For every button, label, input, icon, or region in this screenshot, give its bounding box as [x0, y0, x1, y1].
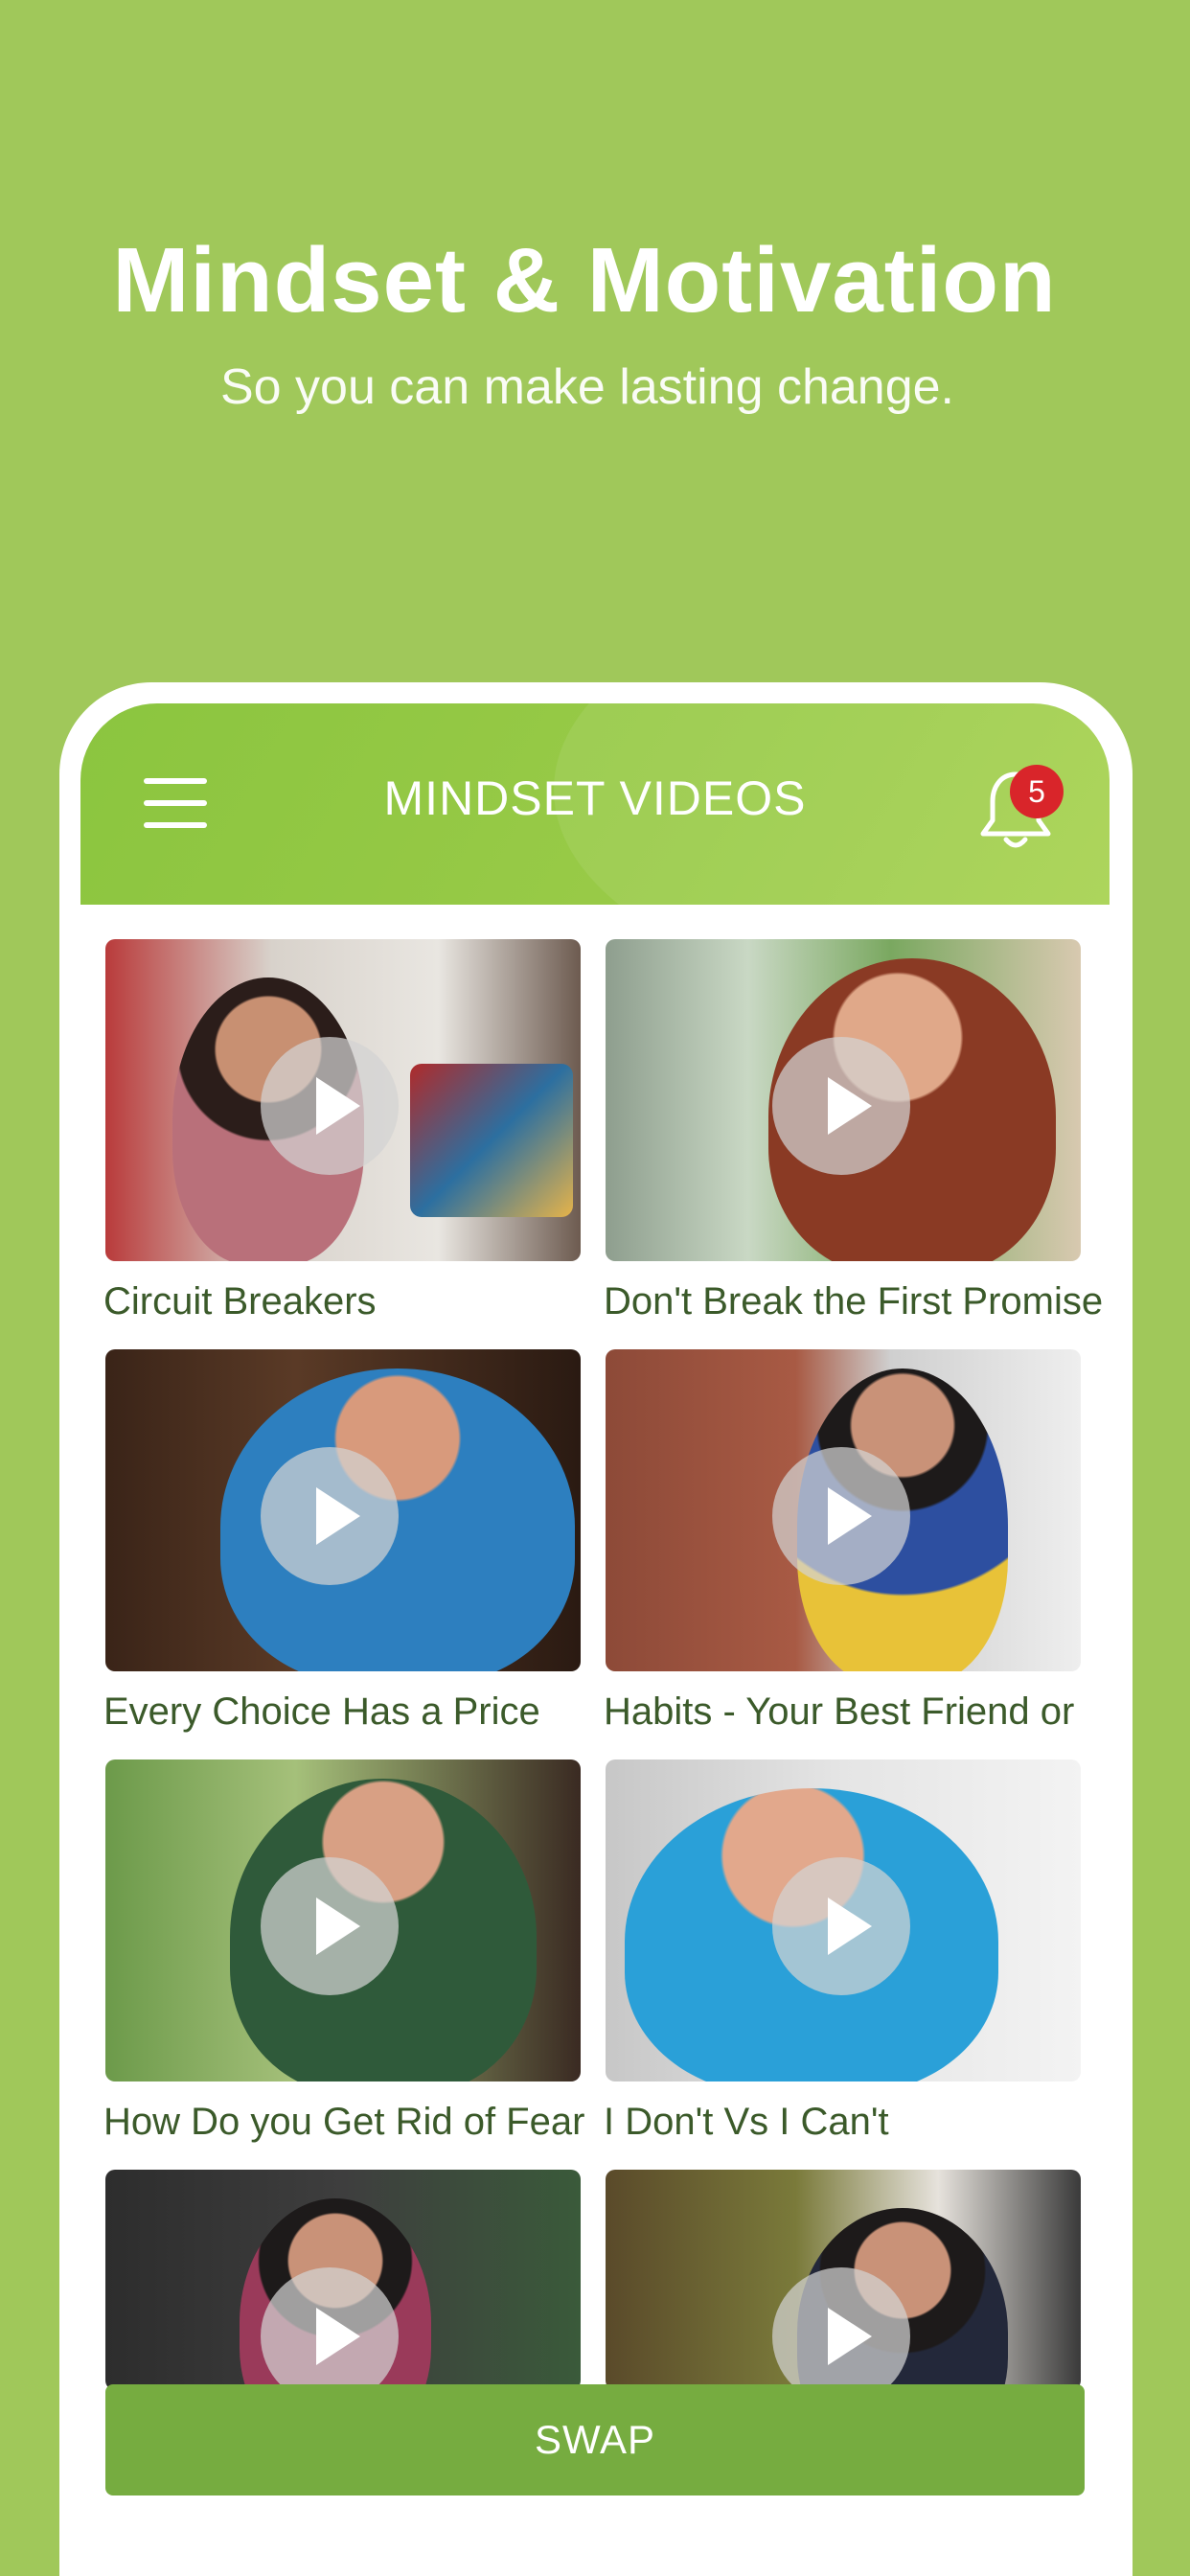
- play-icon[interactable]: [772, 1447, 910, 1585]
- video-title[interactable]: How Do you Get Rid of Fear: [103, 2101, 640, 2144]
- video-title[interactable]: I Don't Vs I Can't: [604, 2101, 1110, 2144]
- thumbnail-prop: [410, 1064, 573, 1217]
- video-thumbnail[interactable]: [105, 2170, 581, 2390]
- video-thumbnail[interactable]: [606, 1349, 1081, 1671]
- play-icon[interactable]: [261, 1447, 399, 1585]
- app-screen: MINDSET VIDEOS 5 Circuit Breakers Don't …: [80, 703, 1110, 2576]
- hero-subtitle: So you can make lasting change.: [219, 359, 955, 415]
- play-icon[interactable]: [772, 1037, 910, 1175]
- video-title[interactable]: Circuit Breakers: [103, 1280, 640, 1323]
- play-icon[interactable]: [261, 1857, 399, 1995]
- video-title[interactable]: Every Choice Has a Price: [103, 1690, 640, 1734]
- swap-button[interactable]: SWAP: [105, 2384, 1085, 2496]
- video-thumbnail[interactable]: [606, 939, 1081, 1261]
- app-store-screenshot: Mindset & Motivation So you can make las…: [0, 0, 1190, 2576]
- video-thumbnail[interactable]: [606, 1760, 1081, 2082]
- hero-title: Mindset & Motivation: [112, 229, 1057, 332]
- video-grid: Circuit Breakers Don't Break the First P…: [80, 703, 1110, 2576]
- video-thumbnail[interactable]: [105, 1349, 581, 1671]
- video-thumbnail[interactable]: [105, 939, 581, 1261]
- video-thumbnail[interactable]: [105, 1760, 581, 2082]
- video-title[interactable]: Habits - Your Best Friend or: [604, 1690, 1110, 1734]
- video-title[interactable]: Don't Break the First Promise: [604, 1280, 1110, 1323]
- play-icon[interactable]: [261, 1037, 399, 1175]
- play-icon[interactable]: [772, 1857, 910, 1995]
- video-thumbnail[interactable]: [606, 2170, 1081, 2390]
